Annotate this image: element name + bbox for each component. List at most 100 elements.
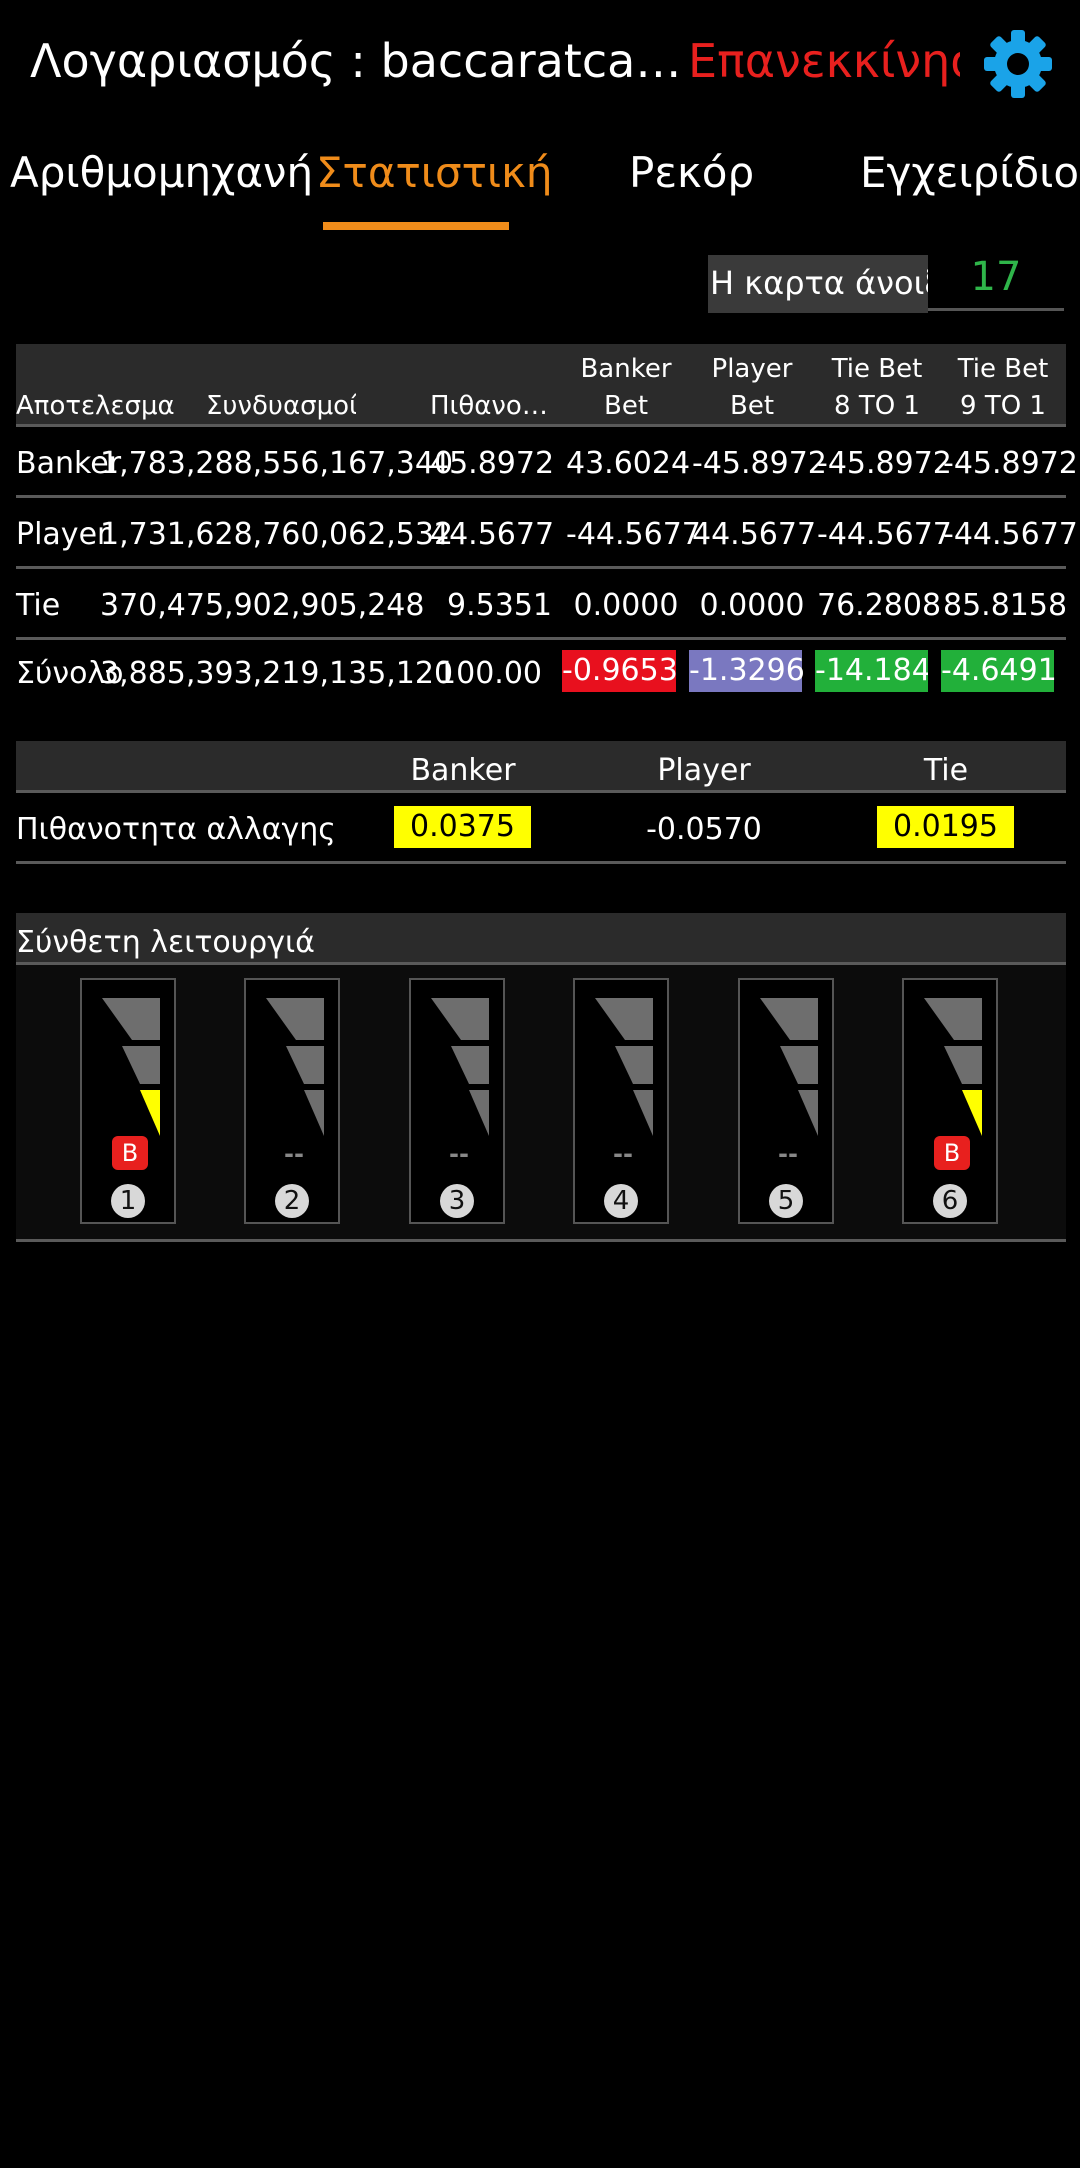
header-tie-bet-8: Tie Bet 8 TO 1 — [831, 354, 923, 421]
level-segment — [633, 1090, 653, 1136]
level-bars — [760, 998, 818, 1136]
header-banker-bet: Banker Bet — [580, 354, 672, 421]
level-segment — [798, 1090, 818, 1136]
card-opened-label: Η καρτα άνοιξε — [710, 264, 928, 302]
header-tie-bet-9: Tie Bet 9 TO 1 — [957, 354, 1049, 421]
account-title: Λογαριασμός : baccaratcardcounter — [30, 34, 690, 88]
level-segment — [140, 1090, 160, 1136]
level-segment — [304, 1090, 324, 1136]
level-segment — [431, 998, 489, 1040]
row-probability: 45.8972 — [430, 446, 555, 481]
level-bars — [431, 998, 489, 1136]
header-player-bet: Player Bet — [711, 354, 793, 421]
level-bars — [595, 998, 653, 1136]
total-combinations: 3,885,393,219,135,120 — [100, 656, 454, 691]
level-segment — [780, 1046, 818, 1084]
level-segment — [266, 998, 324, 1040]
total-banker-bet: -0.9653 — [562, 650, 678, 692]
lane-number: 3 — [440, 1184, 474, 1218]
header-combinations: Συνδυασμοί — [206, 391, 356, 421]
tab-statistics[interactable]: Στατιστική — [316, 148, 553, 197]
empty-badge: -- — [778, 1140, 798, 1168]
banker-badge: B — [934, 1136, 970, 1170]
row-tie-bet-9: -44.5677 — [943, 517, 1078, 552]
active-tab-indicator — [323, 222, 509, 230]
divider — [16, 637, 1066, 640]
row-tie-bet-9: 85.8158 — [943, 588, 1068, 623]
total-tie-bet-8: -14.1842 — [815, 650, 928, 692]
lane-number: 6 — [933, 1184, 967, 1218]
divider — [16, 1239, 1066, 1242]
card-opened-value[interactable]: 17 — [928, 254, 1064, 300]
restart-button[interactable]: Επανεκκίνηση — [688, 34, 960, 88]
lane-number: 4 — [604, 1184, 638, 1218]
tab-records[interactable]: Ρεκόρ — [629, 148, 754, 197]
gear-icon[interactable] — [980, 26, 1056, 102]
level-bars — [102, 998, 160, 1136]
change-header-player: Player — [657, 753, 751, 788]
divider — [16, 495, 1066, 498]
divider — [16, 861, 1066, 864]
level-segment — [615, 1046, 653, 1084]
compound-lane-2[interactable]: -- 2 — [244, 978, 340, 1224]
row-tie-bet-9: -45.8972 — [943, 446, 1078, 481]
row-player-bet: 0.0000 — [699, 588, 805, 623]
row-banker-bet: -44.5677 — [566, 517, 701, 552]
change-tie-value: 0.0195 — [877, 806, 1014, 848]
level-bars — [924, 998, 982, 1136]
lane-number: 2 — [275, 1184, 309, 1218]
card-value-underline — [928, 308, 1064, 311]
row-combinations: 1,731,628,760,062,532 — [100, 517, 454, 552]
header-probability: Πιθανοτητα — [430, 391, 552, 421]
row-tie-bet-8: 76.2808 — [817, 588, 942, 623]
level-segment — [469, 1090, 489, 1136]
level-segment — [102, 998, 160, 1040]
change-header-banker: Banker — [410, 753, 516, 788]
lane-number: 5 — [769, 1184, 803, 1218]
header-result: Αποτελεσμα — [16, 391, 175, 421]
tab-manual[interactable]: Εγχειρίδιο — [860, 148, 1079, 197]
row-probability: 44.5677 — [430, 517, 555, 552]
row-result: Player — [16, 517, 110, 552]
level-segment — [962, 1090, 982, 1136]
level-segment — [286, 1046, 324, 1084]
compound-lane-3[interactable]: -- 3 — [409, 978, 505, 1224]
compound-lane-1[interactable]: B1 — [80, 978, 176, 1224]
level-bars — [266, 998, 324, 1136]
total-tie-bet-9: -4.6491 — [941, 650, 1057, 692]
change-header-tie: Tie — [923, 753, 969, 788]
lane-number: 1 — [111, 1184, 145, 1218]
empty-badge: -- — [284, 1140, 304, 1168]
empty-badge: -- — [449, 1140, 469, 1168]
row-probability: 9.5351 — [447, 588, 552, 623]
level-segment — [924, 998, 982, 1040]
total-player-bet: -1.3296 — [689, 650, 805, 692]
row-banker-bet: 0.0000 — [573, 588, 679, 623]
row-banker-bet: 43.6024 — [566, 446, 691, 481]
row-combinations: 1,783,288,556,167,340 — [100, 446, 454, 481]
total-probability: 100.00 — [437, 656, 542, 691]
row-tie-bet-8: -44.5677 — [817, 517, 952, 552]
compound-lane-6[interactable]: B6 — [902, 978, 998, 1224]
level-segment — [944, 1046, 982, 1084]
row-tie-bet-8: -45.8972 — [817, 446, 952, 481]
row-player-bet: 44.5677 — [692, 517, 817, 552]
row-result: Tie — [16, 588, 61, 623]
change-probability-label: Πιθανοτητα αλλαγης — [16, 812, 336, 847]
level-segment — [760, 998, 818, 1040]
empty-badge: -- — [613, 1140, 633, 1168]
level-segment — [122, 1046, 160, 1084]
compound-title: Σύνθετη λειτουργιά — [16, 925, 315, 960]
divider — [16, 566, 1066, 569]
row-player-bet: -45.8972 — [692, 446, 827, 481]
change-banker-value: 0.0375 — [394, 806, 531, 848]
divider — [16, 790, 1066, 793]
banker-badge: B — [112, 1136, 148, 1170]
level-segment — [451, 1046, 489, 1084]
tab-calculator[interactable]: Αριθμομηχανή — [10, 148, 313, 197]
change-player-value: -0.0570 — [646, 812, 762, 847]
level-segment — [595, 998, 653, 1040]
compound-lane-4[interactable]: -- 4 — [573, 978, 669, 1224]
divider — [16, 424, 1066, 427]
compound-lane-5[interactable]: -- 5 — [738, 978, 834, 1224]
